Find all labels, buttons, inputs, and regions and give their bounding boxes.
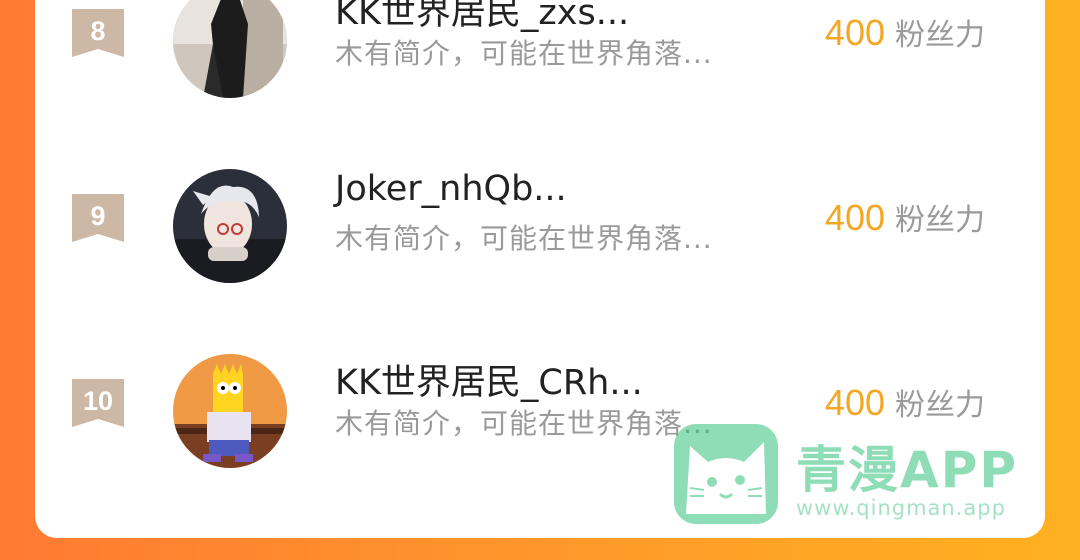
avatar[interactable] (173, 354, 287, 468)
rank-number: 10 (82, 386, 114, 416)
rank-badge: 8 (72, 9, 124, 57)
watermark-url: www.qingman.app (796, 496, 1006, 520)
score-value: 400 (824, 197, 885, 238)
ranking-row[interactable]: 9 Joker_nhQb... 木有简介，可能在世界角落... 400 粉丝力 (35, 169, 1045, 289)
user-bio: 木有简介，可能在世界角落... (335, 407, 713, 440)
avatar[interactable] (173, 169, 287, 283)
avatar[interactable] (173, 0, 287, 98)
score-value: 400 (824, 12, 885, 53)
user-name[interactable]: KK世界居民_CRh... (335, 354, 643, 405)
rank-number: 9 (90, 201, 106, 231)
user-name[interactable]: KK世界居民_zxs... (335, 0, 629, 35)
rank-badge: 10 (72, 379, 124, 427)
user-name[interactable]: Joker_nhQb... (335, 169, 567, 209)
ranking-row[interactable]: 8 KK世界居民_zxs... 木有简介，可能在世界角落... 400 粉丝力 (35, 0, 1045, 104)
watermark: 青漫APP www.qingman.app (668, 418, 1048, 538)
score-unit: 粉丝力 (895, 18, 985, 53)
user-bio: 木有简介，可能在世界角落... (335, 37, 713, 70)
user-bio: 木有简介，可能在世界角落... (335, 222, 713, 255)
rank-badge: 9 (72, 194, 124, 242)
rank-number: 8 (90, 16, 106, 46)
fan-power-score: 400 粉丝力 (825, 195, 985, 239)
score-value: 400 (824, 382, 885, 423)
watermark-title: 青漫APP (796, 441, 1018, 499)
fan-power-score: 400 粉丝力 (825, 10, 985, 54)
score-unit: 粉丝力 (895, 203, 985, 238)
cat-face-icon (674, 424, 778, 524)
